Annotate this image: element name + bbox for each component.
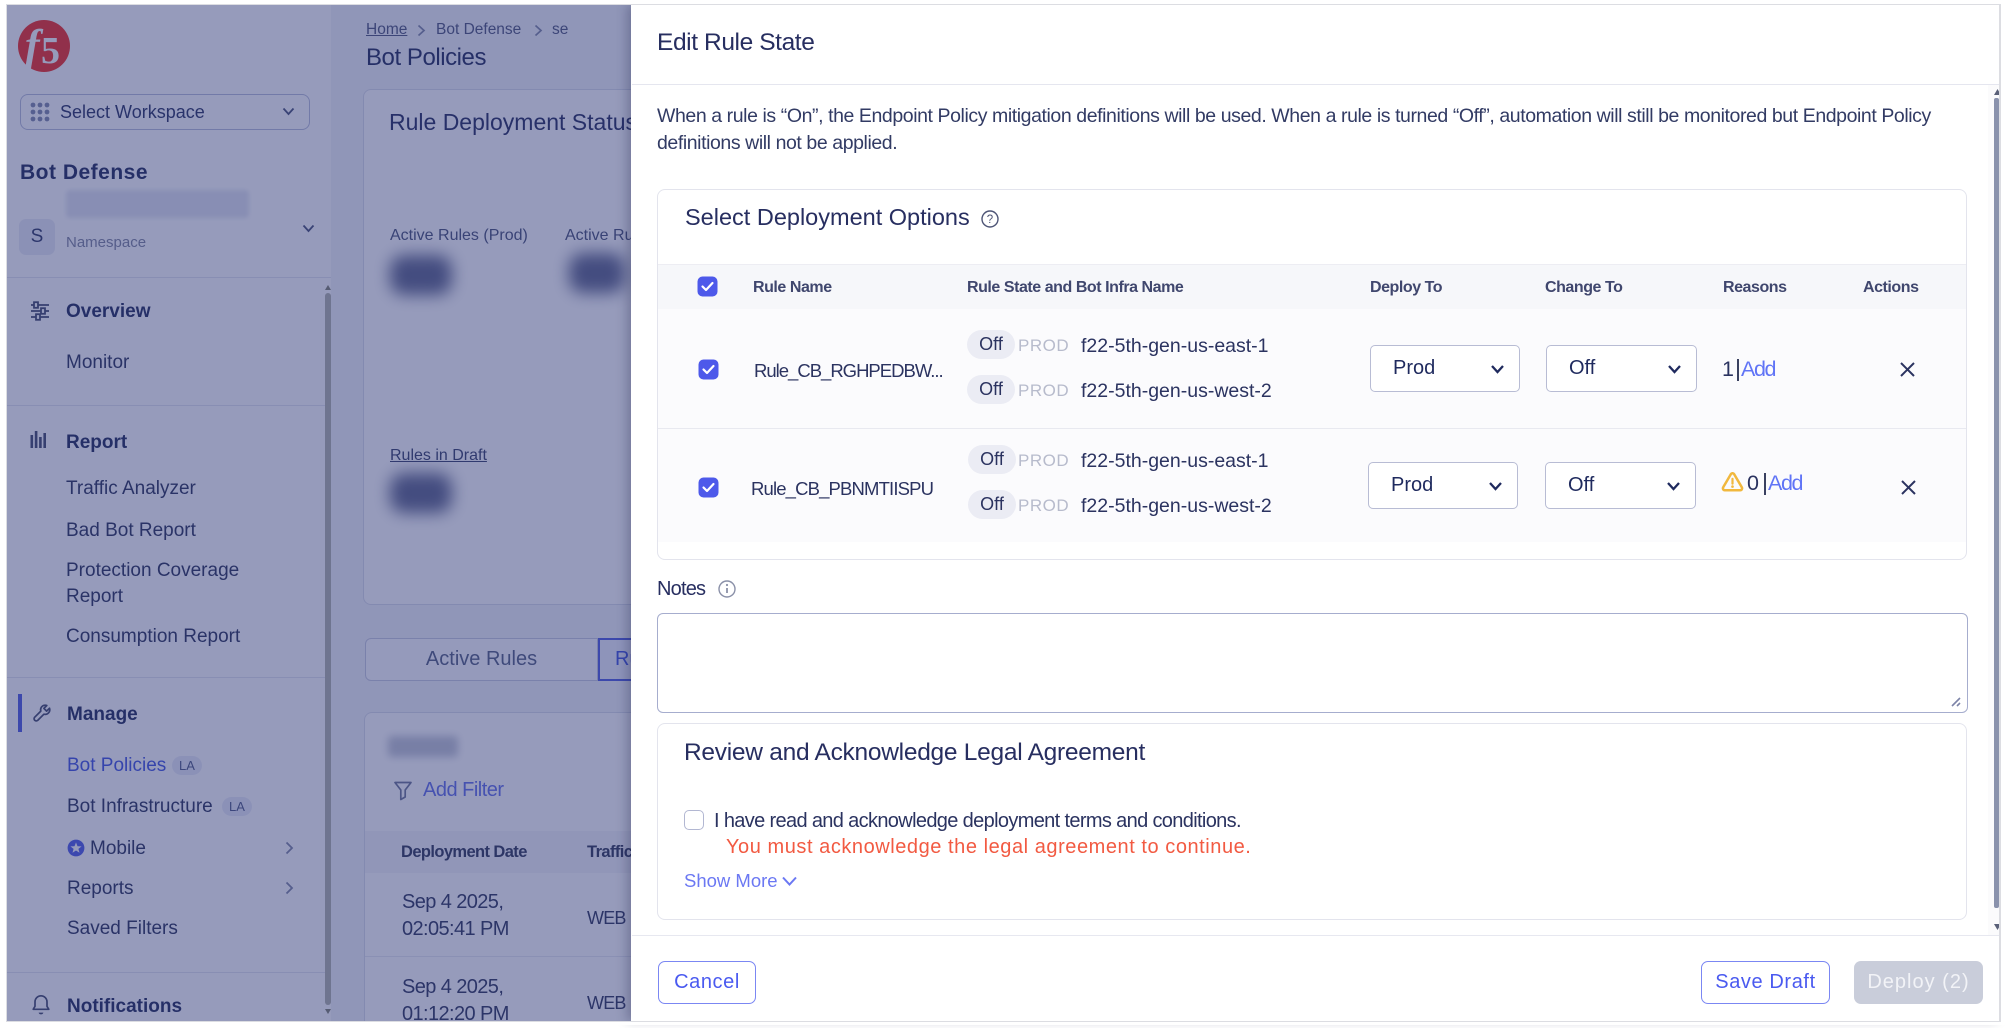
svg-text:?: ? bbox=[987, 214, 993, 226]
